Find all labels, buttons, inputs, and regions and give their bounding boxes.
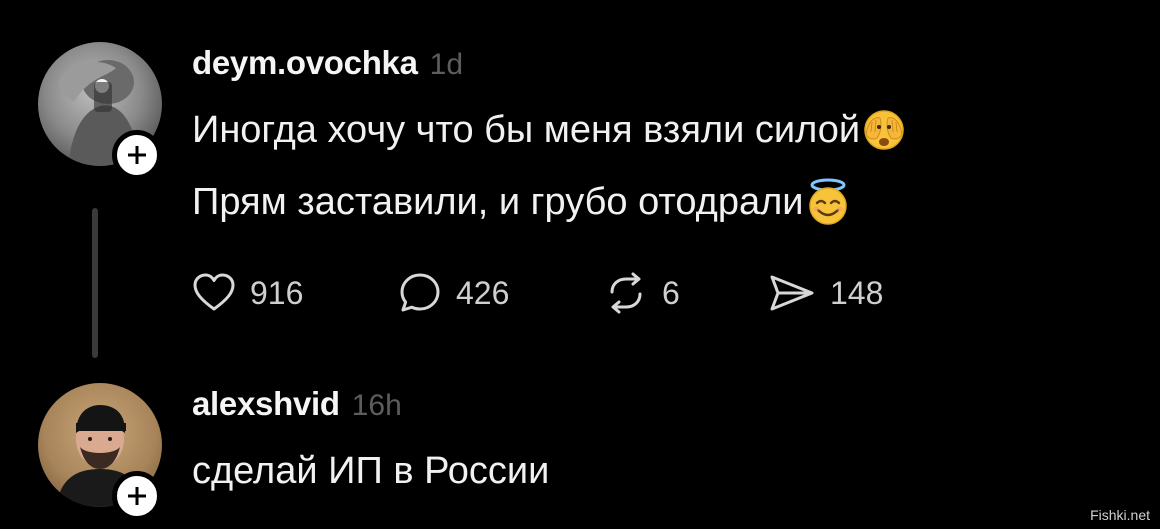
repost-icon	[610, 272, 642, 314]
post-text: Прям заставили, и грубо отодрали	[192, 180, 804, 223]
post-text-line-1: сделай ИП в России	[192, 450, 549, 493]
username[interactable]: alexshvid	[192, 385, 340, 423]
post-text: Иногда хочу что бы меня взяли силой	[192, 108, 861, 151]
paper-plane-icon	[770, 275, 814, 311]
heart-icon	[193, 273, 235, 311]
comment-button[interactable]: 426	[398, 270, 509, 316]
post-header: deym.ovochka 1d	[192, 44, 463, 82]
post-header: alexshvid 16h	[192, 385, 402, 423]
watermark-fishki: Fishki.net	[1090, 507, 1150, 523]
face-with-hands-over-eyes-icon	[862, 108, 906, 152]
repost-count: 6	[662, 274, 680, 311]
username[interactable]: deym.ovochka	[192, 44, 418, 82]
share-button[interactable]: 148	[768, 270, 883, 316]
follow-plus-button[interactable]	[112, 130, 162, 180]
timestamp: 1d	[429, 48, 464, 81]
repost-button[interactable]: 6	[604, 270, 680, 316]
share-count: 148	[830, 274, 884, 311]
comment-count: 426	[456, 274, 510, 311]
timestamp: 16h	[351, 389, 402, 422]
like-count: 916	[250, 274, 304, 311]
post-text: сделай ИП в России	[192, 450, 550, 492]
smiling-face-with-halo-icon	[806, 178, 850, 226]
post-text-line-2: Прям заставили, и грубо отодрали	[192, 178, 850, 226]
comment-bubble-icon	[400, 273, 440, 312]
follow-plus-button[interactable]	[112, 471, 162, 521]
plus-icon	[128, 146, 146, 164]
like-button[interactable]: 916	[192, 270, 303, 316]
thread-connector-line	[92, 208, 98, 358]
post-text-line-1: Иногда хочу что бы меня взяли силой	[192, 108, 906, 152]
plus-icon	[128, 487, 146, 505]
